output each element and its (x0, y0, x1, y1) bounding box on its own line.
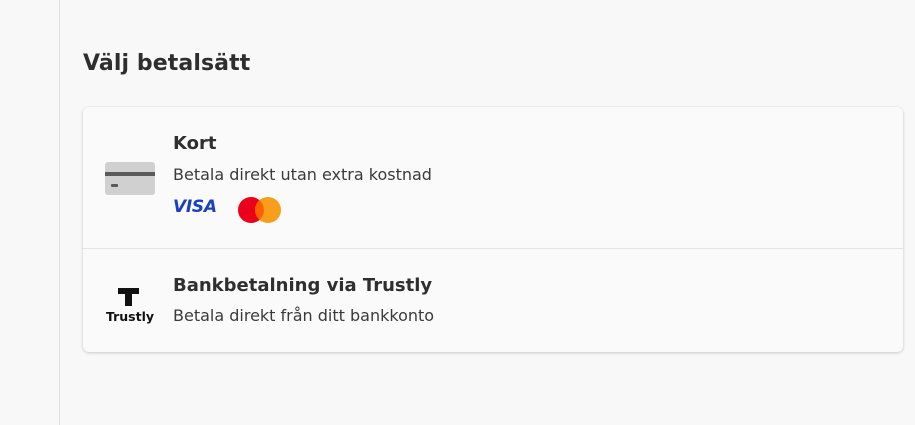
left-rail-divider (59, 0, 60, 425)
payment-methods-list: Kort Betala direkt utan extra kostnad VI… (83, 107, 903, 352)
payment-option-title: Bankbetalning via Trustly (173, 275, 433, 296)
page-title: Välj betalsätt (83, 51, 251, 76)
trustly-wordmark: Trustly (106, 309, 154, 324)
payment-option-subtitle: Betala direkt utan extra kostnad (173, 165, 432, 184)
payment-option-subtitle: Betala direkt från ditt bankkonto (173, 306, 435, 325)
payment-option-card[interactable]: Kort Betala direkt utan extra kostnad VI… (83, 107, 903, 248)
payment-option-trustly[interactable]: Trustly Bankbetalning via Trustly Betala… (83, 249, 903, 352)
mastercard-logo (238, 197, 281, 223)
payment-option-title: Kort (173, 133, 217, 154)
visa-logo: VISA (173, 197, 217, 217)
credit-card-icon (105, 162, 155, 195)
trustly-logo: Trustly (106, 288, 154, 324)
payment-page: Välj betalsätt Kort Betala direkt utan e… (0, 0, 915, 425)
